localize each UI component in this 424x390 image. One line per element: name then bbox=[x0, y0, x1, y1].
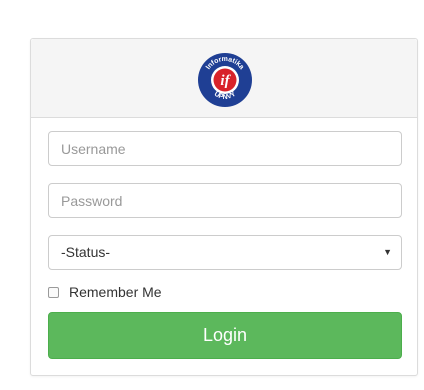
remember-me-checkbox[interactable] bbox=[48, 286, 59, 298]
caret-down-icon: ▼ bbox=[383, 247, 392, 257]
username-input[interactable] bbox=[48, 131, 402, 166]
status-select[interactable]: -Status- ▼ bbox=[48, 235, 402, 270]
login-panel: if Informatika UPNVY -Status- ▼ Remember… bbox=[30, 38, 418, 376]
status-select-value: -Status- bbox=[61, 244, 111, 260]
panel-header: if Informatika UPNVY bbox=[31, 39, 417, 118]
password-input[interactable] bbox=[48, 183, 402, 218]
informatika-upnvy-logo: if Informatika UPNVY bbox=[198, 53, 252, 107]
login-button[interactable]: Login bbox=[48, 312, 402, 359]
remember-me-label: Remember Me bbox=[69, 284, 162, 300]
remember-me-row[interactable]: Remember Me bbox=[48, 283, 162, 301]
